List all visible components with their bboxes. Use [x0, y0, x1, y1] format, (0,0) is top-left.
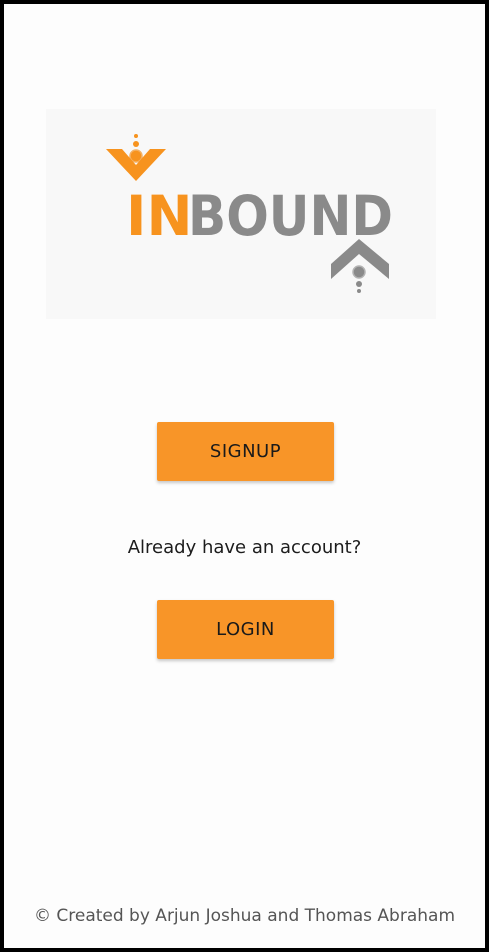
app-screen: IN BOUND SIGNUP Already have an account?… — [4, 4, 485, 948]
existing-account-prompt: Already have an account? — [127, 537, 362, 558]
logo-text-bound: BOUND — [188, 184, 393, 248]
footer-credit: © Created by Arjun Joshua and Thomas Abr… — [33, 906, 456, 926]
down-chevron-icon — [106, 134, 166, 181]
signup-button[interactable]: SIGNUP — [157, 422, 334, 481]
logo-graphic: IN BOUND — [106, 134, 393, 293]
login-button[interactable]: LOGIN — [157, 600, 334, 659]
inbound-logo: IN BOUND — [46, 109, 436, 319]
logo-text-in: IN — [126, 184, 193, 248]
